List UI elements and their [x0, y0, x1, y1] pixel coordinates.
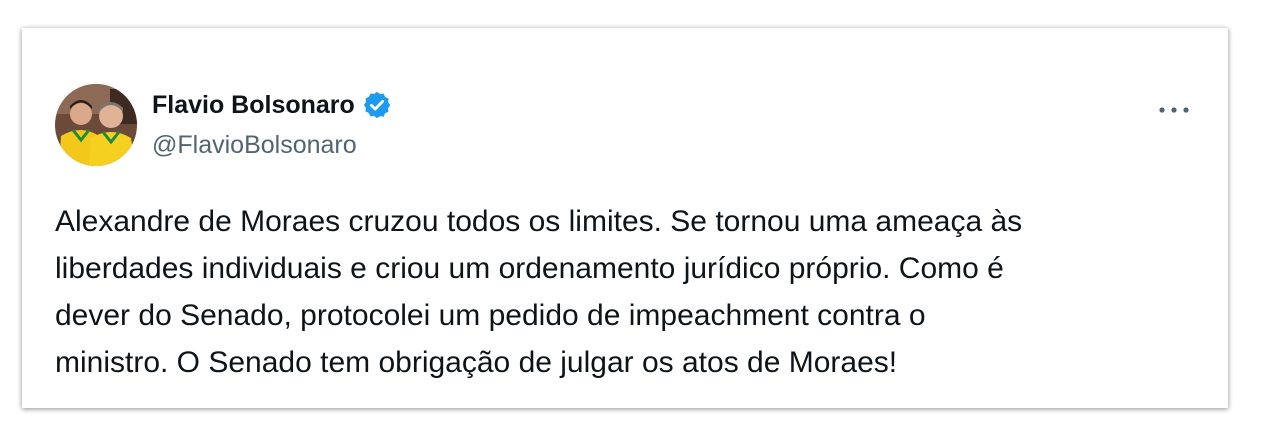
more-horizontal-icon — [1159, 107, 1189, 113]
author-handle[interactable]: @FlavioBolsonaro — [152, 131, 357, 160]
tweet-text-line: ministro. O Senado tem obrigação de julg… — [55, 346, 898, 379]
tweet-text-line: liberdades individuais e criou um ordena… — [55, 252, 1004, 285]
tweet-text-line: dever do Senado, protocolei um pedido de… — [55, 299, 926, 332]
more-options-button[interactable] — [1154, 98, 1194, 122]
author-name-text[interactable]: Flavio Bolsonaro — [152, 91, 355, 120]
tweet-text: Alexandre de Moraes cruzou todos os limi… — [55, 198, 1215, 386]
verified-badge-icon — [362, 90, 392, 120]
tweet-card[interactable]: Flavio Bolsonaro @FlavioBolsonaro Alexan… — [22, 28, 1228, 408]
avatar[interactable] — [55, 84, 137, 166]
tweet-text-line: Alexandre de Moraes cruzou todos os limi… — [55, 205, 1023, 238]
author-name[interactable]: Flavio Bolsonaro — [152, 90, 392, 120]
